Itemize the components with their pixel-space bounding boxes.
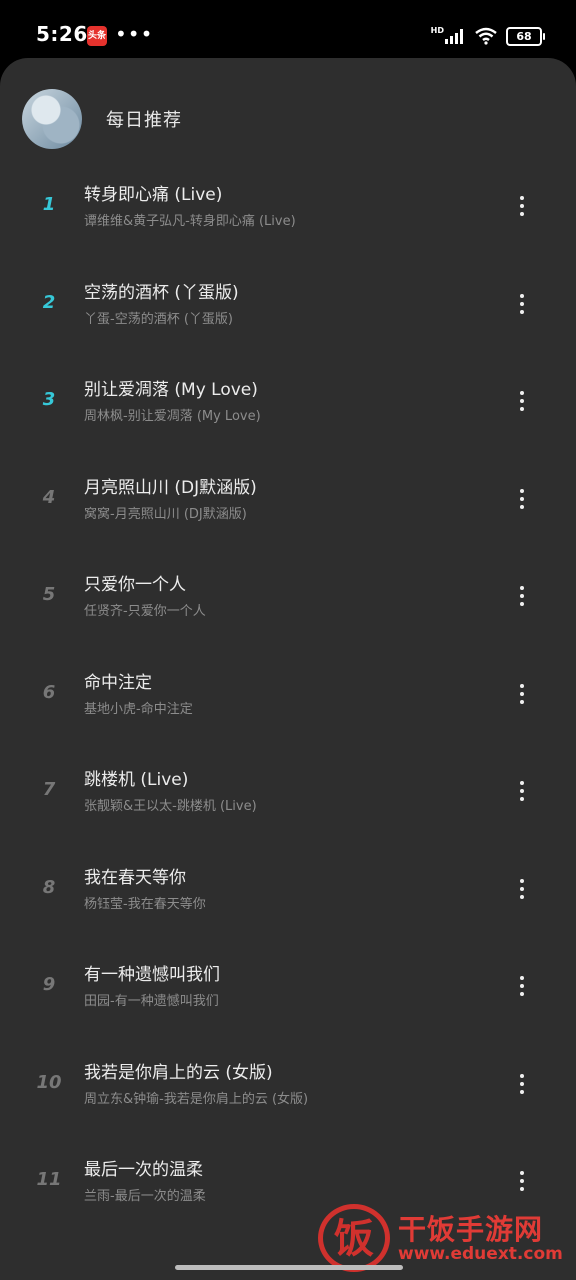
watermark-logo: 饭 xyxy=(318,1204,390,1272)
song-artist: 基地小虎-命中注定 xyxy=(84,701,193,717)
song-rank: 4 xyxy=(42,486,56,508)
song-rank: 6 xyxy=(42,681,56,703)
more-options-icon[interactable] xyxy=(506,773,538,809)
more-options-icon[interactable] xyxy=(506,286,538,322)
song-row[interactable]: 6 命中注定 基地小虎-命中注定 xyxy=(0,646,576,744)
song-artist: 周林枫-别让爱凋落 (My Love) xyxy=(84,409,261,424)
song-row[interactable]: 8 我在春天等你 杨钰莹-我在春天等你 xyxy=(0,841,576,939)
song-artist: 窝窝-月亮照山川 (DJ默涵版) xyxy=(84,506,247,522)
daily-recommend-panel: 每日推荐 1 转身即心痛 (Live) 谭维维&黄子弘凡-转身即心痛 (Live… xyxy=(0,58,576,1280)
song-artist: 周立东&钟瑜-我若是你肩上的云 (女版) xyxy=(84,1091,309,1107)
song-title: 跳楼机 (Live) xyxy=(84,770,189,790)
song-title: 空荡的酒杯 (丫蛋版) xyxy=(84,282,239,303)
song-title: 只爱你一个人 xyxy=(84,575,186,595)
song-row[interactable]: 1 转身即心痛 (Live) 谭维维&黄子弘凡-转身即心痛 (Live) xyxy=(0,158,576,256)
song-row[interactable]: 5 只爱你一个人 任贤齐-只爱你一个人 xyxy=(0,548,576,646)
song-row[interactable]: 3 别让爱凋落 (My Love) 周林枫-别让爱凋落 (My Love) xyxy=(0,353,576,451)
song-artist: 兰雨-最后一次的温柔 xyxy=(84,1189,206,1204)
status-time: 5:26 xyxy=(36,22,88,46)
song-row[interactable]: 10 我若是你肩上的云 (女版) 周立东&钟瑜-我若是你肩上的云 (女版) xyxy=(0,1036,576,1134)
song-rank: 8 xyxy=(42,876,56,898)
song-rank: 9 xyxy=(42,974,56,995)
song-rank: 11 xyxy=(36,1169,62,1190)
song-title: 我若是你肩上的云 (女版) xyxy=(84,1062,273,1083)
song-title: 别让爱凋落 (My Love) xyxy=(84,380,258,400)
more-options-icon[interactable] xyxy=(506,1066,538,1102)
more-options-icon[interactable] xyxy=(506,578,538,614)
song-rank: 1 xyxy=(42,194,56,215)
song-rank: 2 xyxy=(42,291,56,313)
song-rank: 5 xyxy=(42,584,56,605)
more-options-icon[interactable] xyxy=(506,968,538,1004)
song-title: 我在春天等你 xyxy=(84,867,186,888)
song-row[interactable]: 9 有一种遗憾叫我们 田园-有一种遗憾叫我们 xyxy=(0,938,576,1036)
playlist-cover-avatar[interactable] xyxy=(22,89,82,149)
song-rank: 3 xyxy=(42,389,56,410)
song-row[interactable]: 7 跳楼机 (Live) 张靓颖&王以太-跳楼机 (Live) xyxy=(0,743,576,841)
song-title: 月亮照山川 (DJ默涵版) xyxy=(84,477,257,498)
more-notifications-icon: ••• xyxy=(115,22,154,46)
playlist-title: 每日推荐 xyxy=(106,110,182,131)
hd-label: HD xyxy=(430,25,444,35)
watermark-url: www.eduext.com xyxy=(398,1244,563,1264)
song-artist: 张靓颖&王以太-跳楼机 (Live) xyxy=(84,799,257,814)
more-options-icon[interactable] xyxy=(506,188,538,224)
more-options-icon[interactable] xyxy=(506,676,538,712)
more-options-icon[interactable] xyxy=(506,383,538,419)
more-options-icon[interactable] xyxy=(506,871,538,907)
signal-icon xyxy=(445,29,463,44)
watermark-name: 干饭手游网 xyxy=(398,1213,544,1246)
song-artist: 田园-有一种遗憾叫我们 xyxy=(84,994,219,1009)
song-title: 命中注定 xyxy=(84,672,152,693)
battery-icon: 68 xyxy=(506,26,545,46)
song-artist: 任贤齐-只爱你一个人 xyxy=(84,604,206,619)
more-options-icon[interactable] xyxy=(506,481,538,517)
song-rank: 7 xyxy=(42,779,56,800)
song-artist: 谭维维&黄子弘凡-转身即心痛 (Live) xyxy=(84,214,296,229)
status-indicators: HD 68 xyxy=(430,25,545,46)
wifi-icon xyxy=(475,27,497,45)
playlist-header: 每日推荐 xyxy=(22,88,182,150)
song-row[interactable]: 4 月亮照山川 (DJ默涵版) 窝窝-月亮照山川 (DJ默涵版) xyxy=(0,451,576,549)
song-list: 1 转身即心痛 (Live) 谭维维&黄子弘凡-转身即心痛 (Live) 2 空… xyxy=(0,158,576,1231)
home-indicator[interactable] xyxy=(175,1265,403,1270)
song-title: 转身即心痛 (Live) xyxy=(84,185,223,205)
news-app-icon: 头条 xyxy=(87,26,107,46)
song-title: 最后一次的温柔 xyxy=(84,1160,203,1180)
song-rank: 10 xyxy=(36,1071,62,1093)
song-row[interactable]: 2 空荡的酒杯 (丫蛋版) 丫蛋-空荡的酒杯 (丫蛋版) xyxy=(0,256,576,354)
song-artist: 丫蛋-空荡的酒杯 (丫蛋版) xyxy=(84,311,233,327)
more-options-icon[interactable] xyxy=(506,1163,538,1199)
song-artist: 杨钰莹-我在春天等你 xyxy=(84,896,206,912)
song-title: 有一种遗憾叫我们 xyxy=(84,965,220,985)
